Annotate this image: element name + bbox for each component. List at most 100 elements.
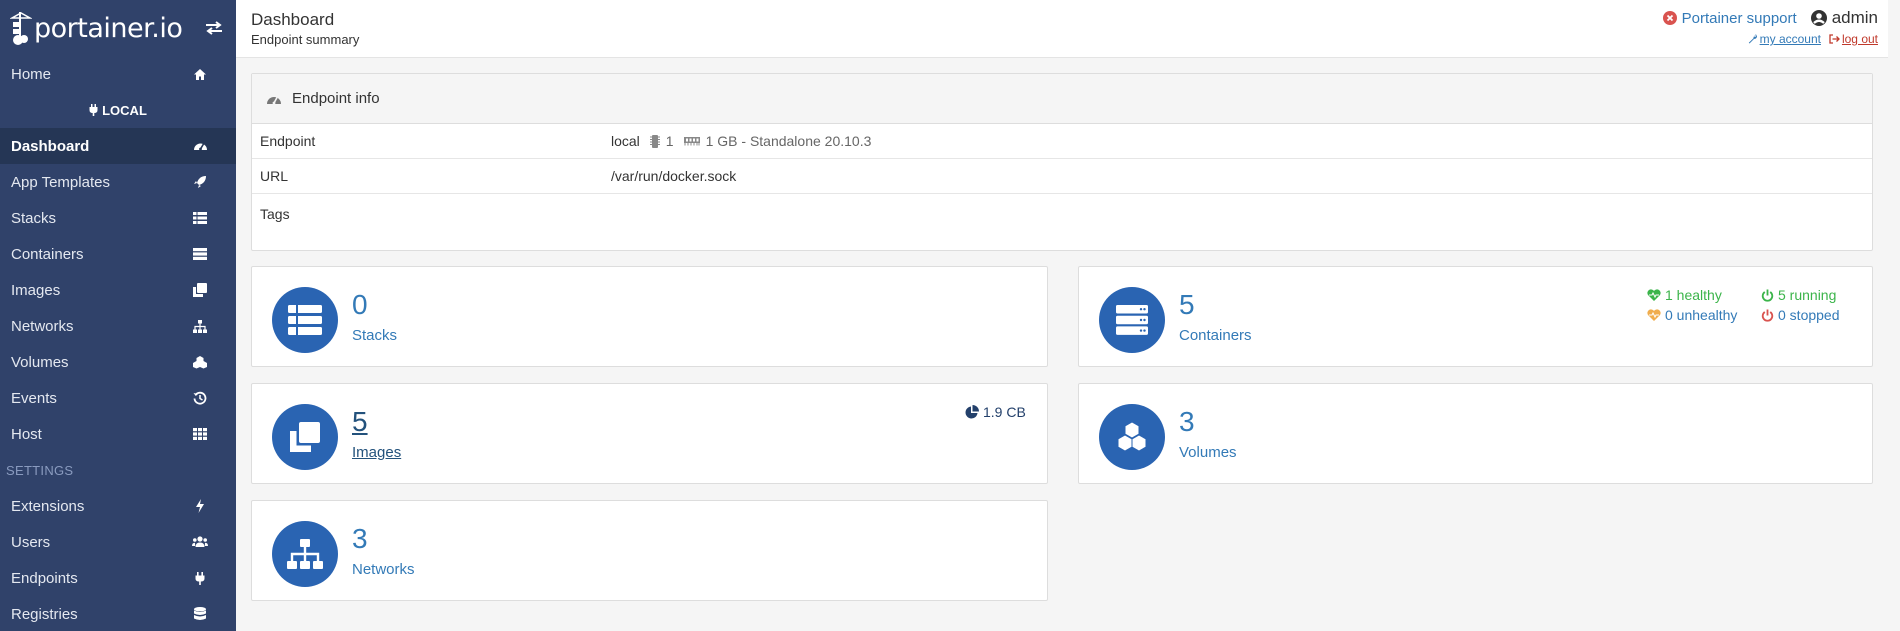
- page-header: Dashboard Endpoint summary Portainer sup…: [236, 0, 1888, 58]
- sidebar-item-label: Home: [11, 65, 52, 83]
- sidebar-item-label: Volumes: [11, 353, 69, 371]
- images-size-value: 1.9 CB: [983, 404, 1026, 420]
- sidebar-item-label: Host: [11, 425, 42, 443]
- healthy-count: 1 healthy: [1665, 287, 1722, 303]
- memory-icon: [683, 137, 700, 146]
- sidebar-toggle-icon[interactable]: [202, 16, 226, 40]
- log-out-label: log out: [1841, 32, 1878, 46]
- sidebar-item-users[interactable]: Users: [0, 524, 236, 560]
- endpoint-value: local: [611, 133, 640, 149]
- brand-name: portainer.io: [34, 12, 183, 44]
- tags-label: Tags: [260, 206, 290, 222]
- endpoint-label: Endpoint: [260, 133, 316, 149]
- brand: portainer.io: [0, 0, 236, 56]
- my-account-link[interactable]: my account: [1748, 32, 1821, 46]
- power-off-icon: [1761, 309, 1774, 322]
- endpoint-info-title: Endpoint info: [292, 90, 380, 107]
- sidebar-item-label: Networks: [11, 317, 74, 335]
- sidebar-item-label: Stacks: [11, 209, 57, 227]
- times-circle-icon: [1662, 11, 1677, 25]
- sidebar-item-images[interactable]: Images: [0, 272, 236, 308]
- sidebar-item-volumes[interactable]: Volumes: [0, 344, 236, 380]
- clone-icon: [192, 282, 208, 298]
- endpoint-info-header: Endpoint info: [252, 74, 1872, 124]
- user-circle-icon: [1810, 10, 1827, 26]
- tachometer-icon: [192, 138, 208, 154]
- tags-row: Tags: [252, 194, 1872, 234]
- cpu-count: 1: [665, 133, 674, 149]
- sidebar-item-label: Containers: [11, 245, 84, 263]
- user-name-label: admin: [1831, 8, 1878, 27]
- page-subtitle: Endpoint summary: [251, 32, 360, 47]
- volumes-widget[interactable]: 3 Volumes: [1078, 383, 1873, 484]
- sidebar-item-app-templates[interactable]: App Templates: [0, 164, 236, 200]
- stacks-widget[interactable]: 0 Stacks: [251, 266, 1048, 367]
- sidebar-item-stacks[interactable]: Stacks: [0, 200, 236, 236]
- sidebar-item-registries[interactable]: Registries: [0, 596, 236, 631]
- endpoint-info-panel: Endpoint info Endpoint local 1 1 GB - St…: [251, 73, 1873, 251]
- th-list-icon: [272, 287, 338, 353]
- power-off-icon: [1761, 289, 1774, 302]
- log-out-link[interactable]: log out: [1829, 32, 1878, 46]
- networks-count: 3: [352, 523, 368, 554]
- volumes-label: Volumes: [1179, 444, 1237, 461]
- database-icon: [192, 606, 208, 622]
- sidebar-item-extensions[interactable]: Extensions: [0, 488, 236, 524]
- containers-widget[interactable]: 5 Containers 1 healthy 5 running 0 unhea…: [1078, 266, 1873, 367]
- plug-icon: [192, 570, 208, 586]
- memory-engine-info: 1 GB - Standalone 20.10.3: [705, 133, 872, 149]
- th-icon: [192, 426, 208, 442]
- sidebar-item-label: App Templates: [11, 173, 110, 191]
- page-title: Dashboard: [251, 10, 335, 29]
- heartbeat-icon: [1647, 289, 1661, 301]
- sidebar-item-networks[interactable]: Networks: [0, 308, 236, 344]
- pie-chart-icon: [965, 405, 979, 419]
- sidebar-item-label: Images: [11, 281, 61, 299]
- bolt-icon: [192, 498, 208, 514]
- my-account-label: my account: [1759, 32, 1821, 46]
- server-icon: [1099, 287, 1165, 353]
- sign-out-icon: [1829, 34, 1840, 44]
- sidebar: portainer.io Home LOCAL Dashboard App Te…: [0, 0, 236, 631]
- clone-icon: [272, 404, 338, 470]
- sitemap-icon: [272, 521, 338, 587]
- sidebar-item-dashboard[interactable]: Dashboard: [0, 128, 236, 164]
- wrench-icon: [1748, 34, 1757, 44]
- brand-logo[interactable]: portainer.io: [10, 10, 183, 46]
- containers-label: Containers: [1179, 327, 1252, 344]
- header-user-area: Portainer support admin my account log o…: [1662, 8, 1878, 46]
- cubes-icon: [1099, 404, 1165, 470]
- portainer-support-link[interactable]: Portainer support: [1662, 10, 1797, 27]
- sidebar-item-endpoints[interactable]: Endpoints: [0, 560, 236, 596]
- tachometer-icon: [267, 96, 281, 104]
- sidebar-item-host[interactable]: Host: [0, 416, 236, 452]
- unhealthy-status: 0 unhealthy: [1647, 307, 1737, 323]
- sidebar-item-label: Events: [11, 389, 57, 407]
- server-icon: [192, 246, 208, 262]
- sidebar-item-label: Extensions: [11, 497, 85, 515]
- url-row: URL /var/run/docker.sock: [252, 159, 1872, 194]
- sidebar-item-containers[interactable]: Containers: [0, 236, 236, 272]
- endpoint-row: Endpoint local 1 1 GB - Standalone 20.10…: [252, 124, 1872, 159]
- images-widget[interactable]: 5 Images 1.9 CB: [251, 383, 1048, 484]
- endpoint-name: LOCAL: [0, 92, 236, 128]
- sidebar-item-label: Users: [11, 533, 51, 551]
- networks-widget[interactable]: 3 Networks: [251, 500, 1048, 601]
- rocket-icon: [192, 174, 208, 190]
- endpoint-label: LOCAL: [102, 102, 147, 118]
- sidebar-item-events[interactable]: Events: [0, 380, 236, 416]
- users-icon: [192, 534, 208, 550]
- images-size: 1.9 CB: [965, 404, 1026, 420]
- stacks-label: Stacks: [352, 327, 398, 344]
- images-label[interactable]: Images: [352, 444, 401, 461]
- microchip-icon: [649, 134, 660, 148]
- sidebar-item-label: Endpoints: [11, 569, 78, 587]
- heartbeat-icon: [1647, 309, 1661, 321]
- sidebar-item-home[interactable]: Home: [0, 56, 236, 92]
- settings-section-title: SETTINGS: [6, 462, 74, 478]
- url-label: URL: [260, 168, 289, 184]
- cubes-icon: [192, 354, 208, 370]
- images-count[interactable]: 5: [352, 406, 368, 438]
- sitemap-icon: [192, 318, 208, 334]
- networks-label: Networks: [352, 561, 415, 578]
